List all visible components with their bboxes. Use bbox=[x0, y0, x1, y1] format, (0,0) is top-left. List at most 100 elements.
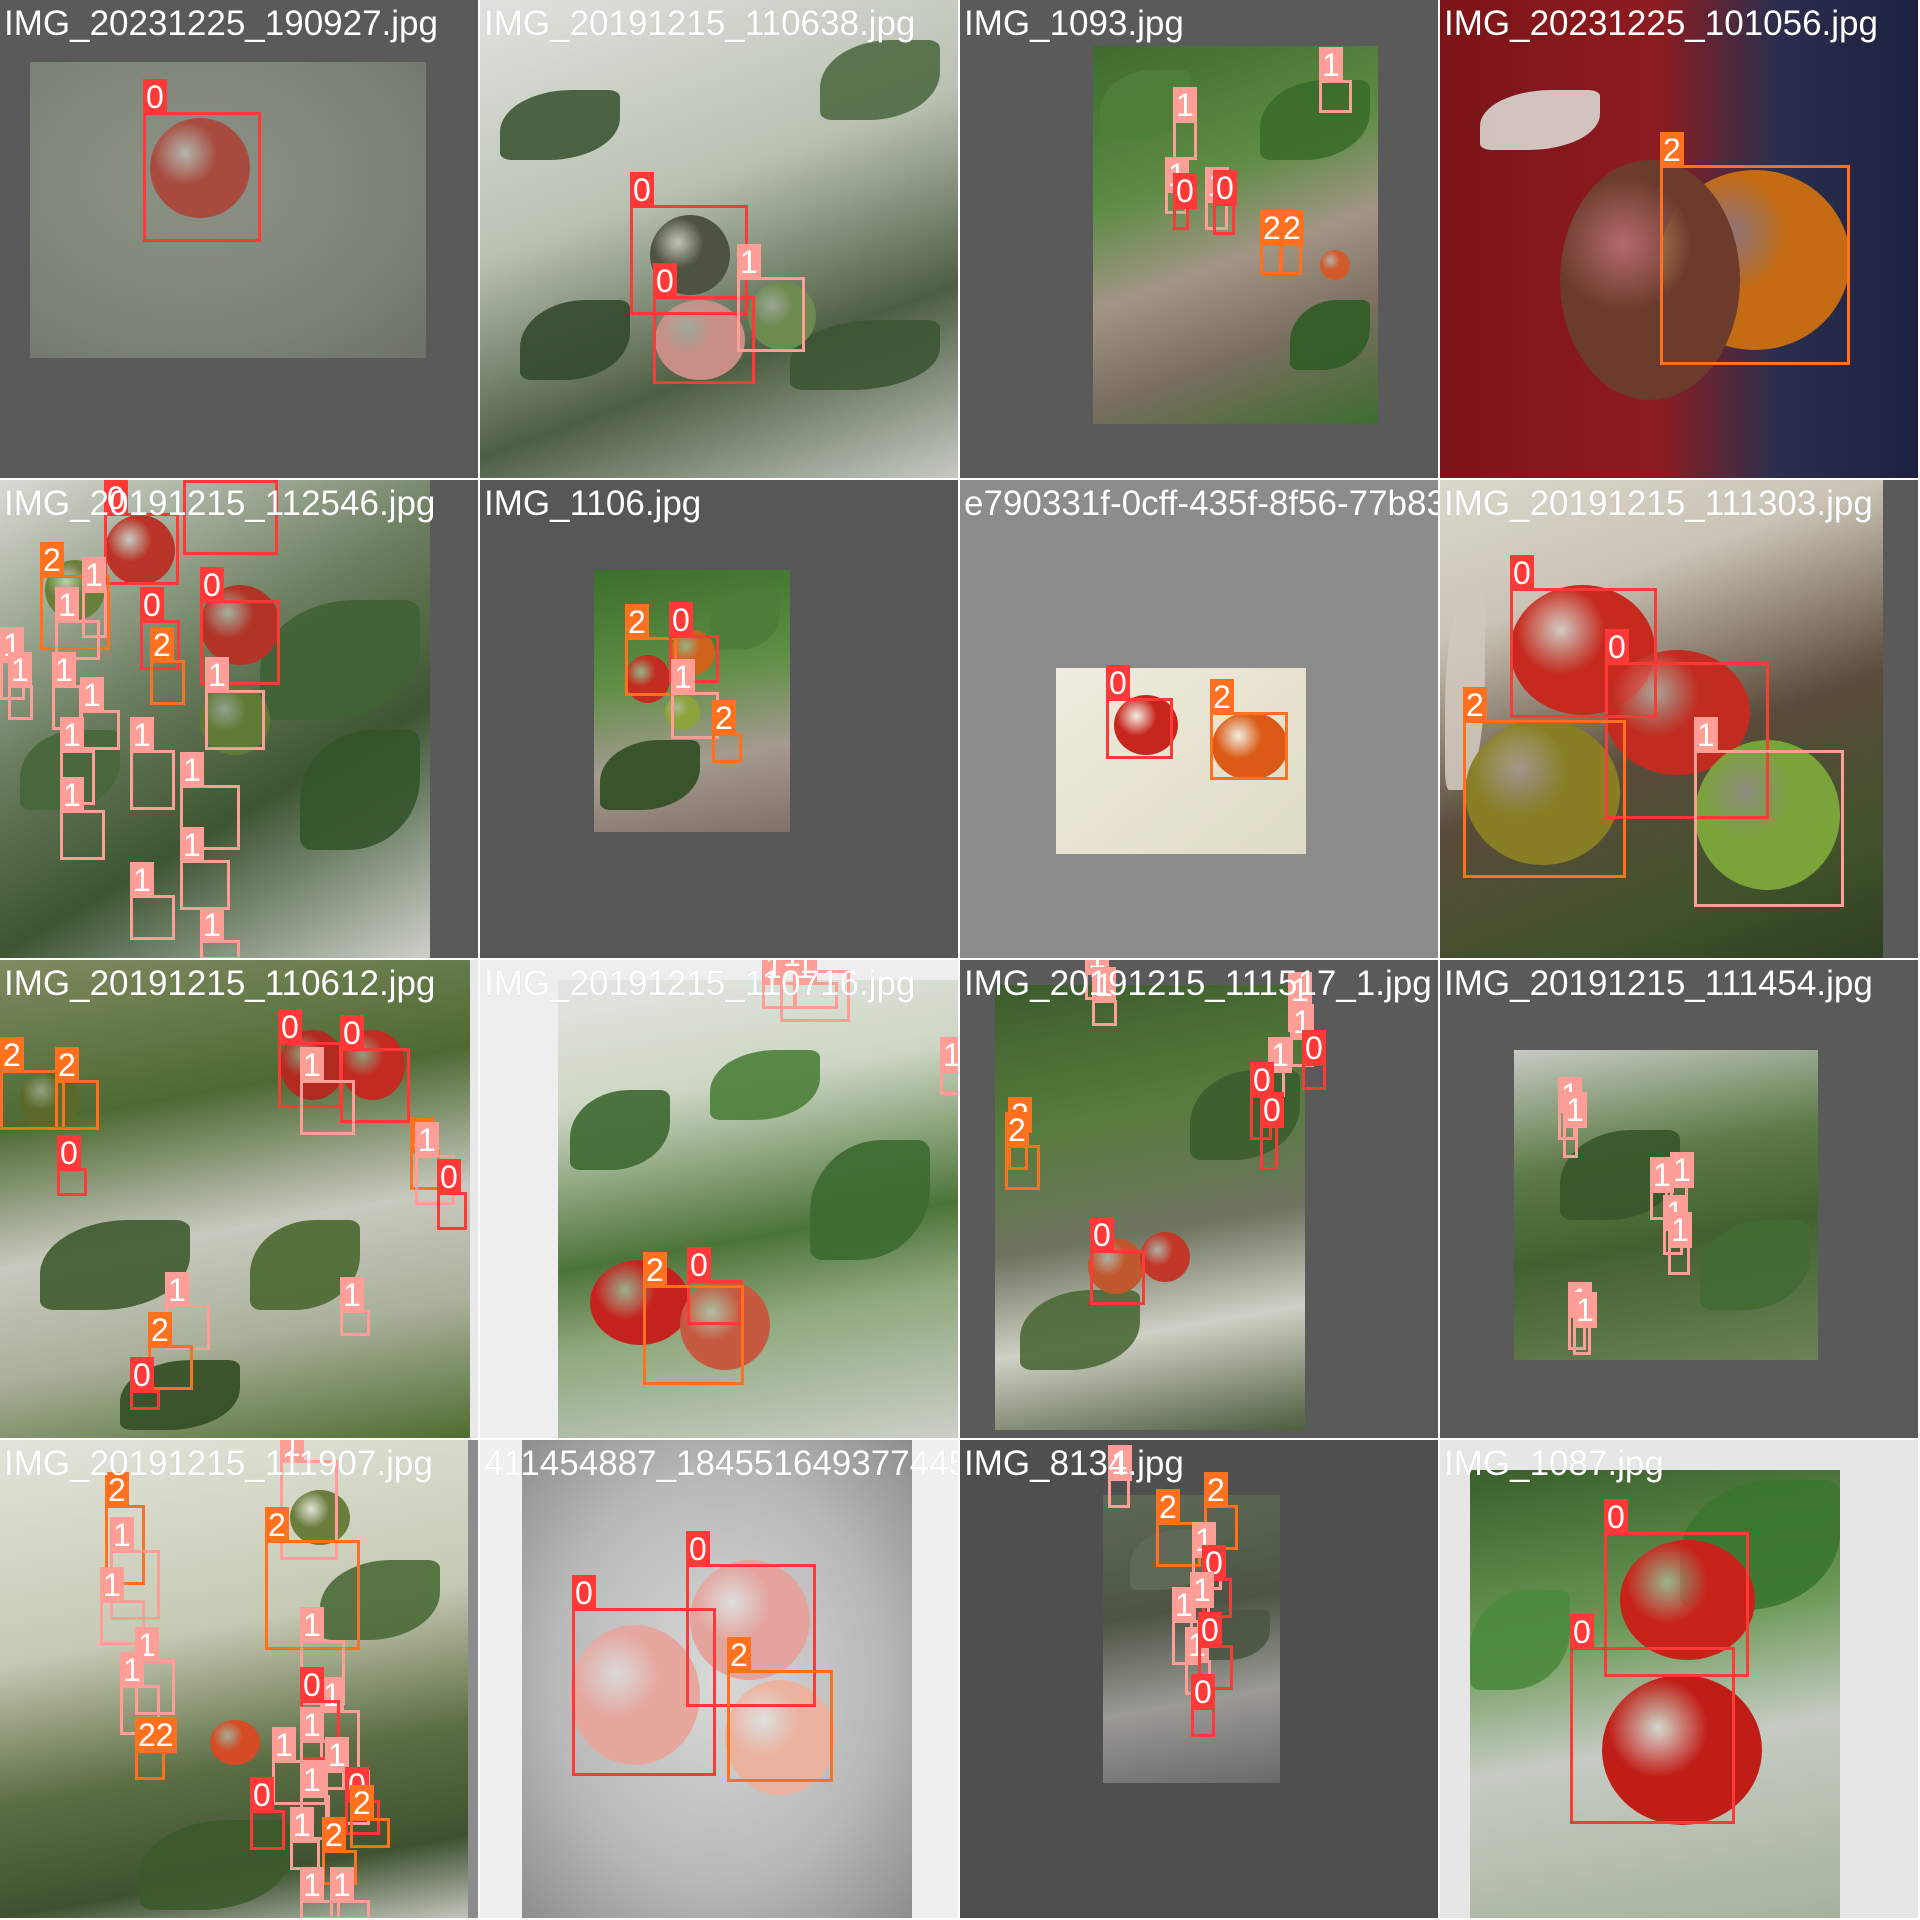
mosaic-grid: 0 IMG_20231225_190927.jpg 0 0 1 IMG_20191215_… bbox=[0, 0, 1920, 1920]
detection-box: 2 bbox=[350, 1785, 390, 1848]
detection-box: 1 bbox=[1092, 967, 1117, 1026]
class-label: 1 bbox=[737, 244, 761, 280]
class-label: 2 bbox=[40, 542, 64, 578]
class-label: 1 bbox=[330, 1867, 354, 1903]
class-label: 1 bbox=[300, 1707, 324, 1743]
detection-box: 2 bbox=[1280, 210, 1304, 275]
class-label: 1 bbox=[1172, 1587, 1196, 1623]
class-label: 1 bbox=[8, 652, 32, 688]
mosaic-tile: 00201102111111111111IMG_20191215_112546.… bbox=[0, 480, 480, 960]
class-label: 0 bbox=[630, 172, 654, 208]
detection-box: 0 bbox=[437, 1159, 467, 1230]
class-label: 1 bbox=[205, 657, 229, 693]
class-label: 2 bbox=[1210, 679, 1234, 715]
class-label: 2 bbox=[265, 1507, 289, 1543]
class-label: 1 bbox=[180, 827, 204, 863]
class-label: 1 bbox=[180, 752, 204, 788]
detection-box: 1 bbox=[290, 1807, 320, 1870]
mosaic-tile: 1 2 2 1 0 1 1 1 0 0 IMG_8134.jpg bbox=[960, 1440, 1440, 1920]
class-label: 0 bbox=[250, 1777, 274, 1813]
class-label: 2 bbox=[1005, 1112, 1029, 1148]
class-label: 0 bbox=[572, 1575, 596, 1611]
detection-box: 1 bbox=[200, 907, 240, 958]
class-label: 1 bbox=[1573, 1292, 1597, 1328]
class-label: 1 bbox=[1563, 1092, 1587, 1128]
class-label: 1 bbox=[300, 1607, 324, 1643]
detection-box: 2 bbox=[643, 1252, 744, 1385]
detection-box: 0 bbox=[104, 480, 179, 585]
class-label: 0 bbox=[669, 602, 693, 638]
detection-box: 0 bbox=[57, 1135, 87, 1196]
tile-filename: IMG_20191215_110612.jpg bbox=[4, 964, 436, 1003]
mosaic-tile: 2 0 1 2 IMG_1106.jpg bbox=[480, 480, 960, 960]
class-label: 1 bbox=[130, 717, 154, 753]
detection-box: 0 bbox=[1191, 1674, 1215, 1737]
class-label: 0 bbox=[300, 1667, 324, 1703]
class-label: 2 bbox=[55, 1047, 79, 1083]
class-label: 2 bbox=[643, 1252, 667, 1288]
mosaic-tile: 0022121001120IMG_20191215_110612.jpg bbox=[0, 960, 480, 1440]
mosaic-tile: 0 0 2 411454887_1845516493774456_8114743521… bbox=[480, 1440, 960, 1920]
class-label: 2 bbox=[727, 1637, 751, 1673]
detection-box: 2 bbox=[1660, 132, 1850, 365]
mosaic-tile: 0 0 1 IMG_20191215_110638.jpg bbox=[480, 0, 960, 480]
detection-box: 2 bbox=[727, 1637, 833, 1782]
class-label: 2 bbox=[1280, 210, 1304, 246]
class-label: 0 bbox=[278, 1009, 302, 1045]
detection-box: 2 bbox=[1463, 687, 1626, 878]
mosaic-tile: 12211111122011101221011IMG_20191215_1119… bbox=[0, 1440, 480, 1920]
class-label: 0 bbox=[1106, 665, 1130, 701]
mosaic-tile: 0 2 e790331f-0cff-435f-8f56-77b836cb2079.j… bbox=[960, 480, 1440, 960]
mosaic-tile: 11111111IMG_20191215_111454.jpg bbox=[1440, 960, 1920, 1440]
class-label: 1 bbox=[1670, 1152, 1694, 1188]
tile-filename: IMG_8134.jpg bbox=[964, 1444, 1184, 1483]
detection-box: 2 bbox=[148, 1312, 193, 1390]
detection-box: 1 bbox=[300, 1867, 340, 1918]
class-label: 0 bbox=[140, 587, 164, 623]
detection-box: 2 bbox=[150, 627, 185, 705]
class-label: 0 bbox=[200, 567, 224, 603]
class-label: 0 bbox=[1173, 173, 1197, 209]
tile-filename: 411454887_1845516493774456_8114743521217 bbox=[484, 1444, 960, 1483]
tomato-shape bbox=[1140, 1232, 1190, 1282]
class-label: 1 bbox=[110, 1517, 134, 1553]
class-label: 0 bbox=[143, 79, 167, 115]
detection-box: 2 bbox=[1005, 1112, 1040, 1190]
detection-box: 1 bbox=[8, 652, 33, 720]
tile-filename: IMG_1093.jpg bbox=[964, 4, 1184, 43]
detection-box: 22 bbox=[135, 1717, 177, 1780]
detection-box: 0 bbox=[250, 1777, 285, 1850]
class-label: 1 bbox=[671, 659, 695, 695]
detection-box: 1 bbox=[1563, 1092, 1587, 1158]
class-label: 2 bbox=[0, 1037, 24, 1073]
tile-filename: IMG_20191215_111517_1.jpg bbox=[964, 964, 1432, 1003]
detection-box: 1 bbox=[130, 717, 175, 810]
detection-box: 1 bbox=[1173, 87, 1197, 160]
mosaic-tile: 0 0 2 1 IMG_20191215_111303.jpg bbox=[1440, 480, 1920, 960]
detection-box: 1 bbox=[180, 827, 230, 910]
mosaic-tile: 111102IMG_20191215_110716.jpg bbox=[480, 960, 960, 1440]
class-label: 0 bbox=[340, 1015, 364, 1051]
mosaic-tile: 0 IMG_20231225_190927.jpg bbox=[0, 0, 480, 480]
tile-filename: IMG_20191215_111907.jpg bbox=[4, 1444, 433, 1483]
tile-filename: IMG_20191215_112546.jpg bbox=[4, 484, 436, 523]
detection-box: 1 bbox=[940, 1037, 958, 1095]
class-label: 2 bbox=[150, 627, 174, 663]
class-label: 0 bbox=[686, 1531, 710, 1567]
class-label: 0 bbox=[183, 480, 207, 483]
detection-box: 0 bbox=[1213, 170, 1237, 235]
tile-filename: IMG_20191215_111303.jpg bbox=[1444, 484, 1873, 523]
class-label: 1 bbox=[200, 907, 224, 943]
class-label: 1 bbox=[165, 1272, 189, 1308]
class-label: 0 bbox=[1570, 1614, 1594, 1650]
class-label: 1 bbox=[300, 1867, 324, 1903]
class-label: 1 bbox=[1694, 717, 1718, 753]
class-label: 1 bbox=[1668, 1212, 1692, 1248]
tomato-shape bbox=[210, 1720, 260, 1765]
tile-filename: IMG_1106.jpg bbox=[484, 484, 702, 523]
class-label: 1 bbox=[300, 1047, 324, 1083]
class-label: 0 bbox=[1510, 555, 1534, 591]
class-label: 2 bbox=[1463, 687, 1487, 723]
class-label: 0 bbox=[1090, 1217, 1114, 1253]
detection-box: 1 bbox=[1319, 47, 1352, 113]
